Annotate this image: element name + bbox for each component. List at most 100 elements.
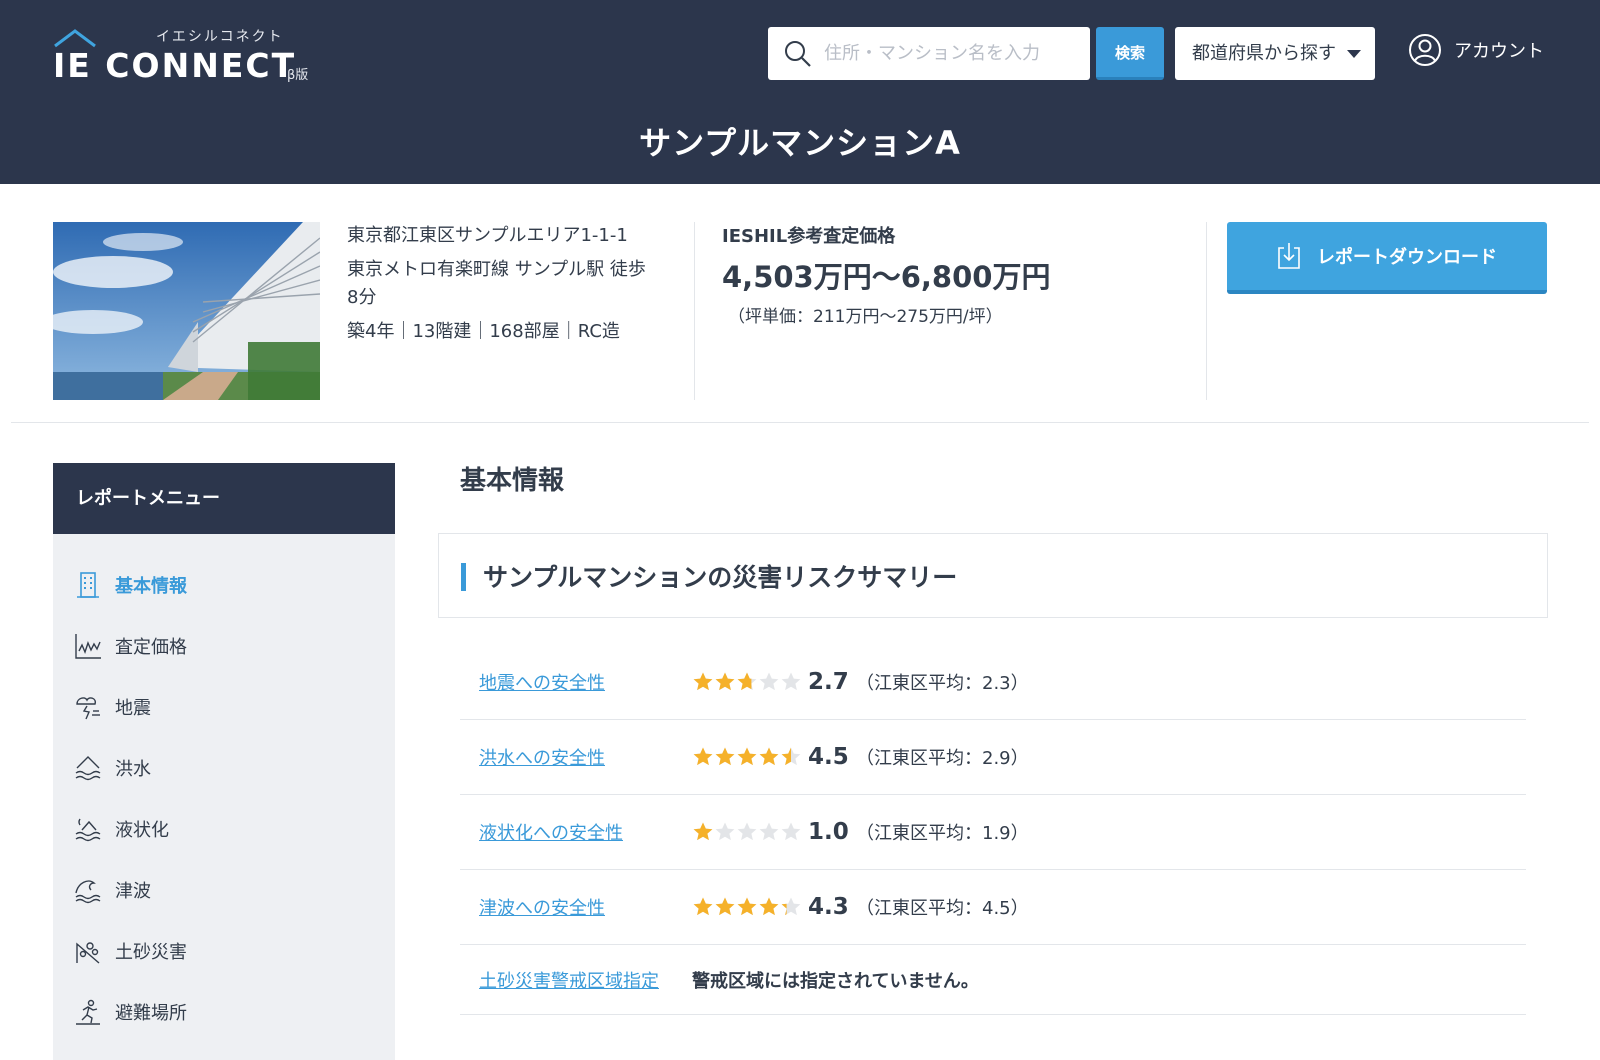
- sidebar-item-valuation[interactable]: 査定価格: [53, 615, 395, 676]
- search-input[interactable]: [824, 35, 1079, 71]
- risk-summary-table: 地震への安全性 2.7 （江東区平均：2.3） 洪水への安全性 4.5 （江東区…: [460, 645, 1526, 1015]
- star-icon: [693, 747, 713, 766]
- property-address: 東京都江東区サンプルエリア1-1-1: [347, 225, 628, 246]
- accent-bar: [461, 563, 466, 591]
- star-icon: [759, 672, 779, 691]
- risk-score: 2.7: [808, 669, 849, 695]
- sidebar-item-basic-info[interactable]: 基本情報: [53, 554, 395, 615]
- risk-row-earthquake: 地震への安全性 2.7 （江東区平均：2.3）: [460, 645, 1526, 720]
- risk-summary-header: サンプルマンションの災害リスクサマリー: [438, 533, 1548, 618]
- sidebar-item-label: 避難場所: [115, 1002, 187, 1024]
- star-rating: [692, 645, 802, 719]
- property-photo: [53, 222, 320, 400]
- evacuation-icon: [76, 999, 100, 1025]
- sidebar-item-label: 基本情報: [115, 575, 187, 597]
- house-roof-icon: [54, 29, 96, 48]
- ward-average: （江東区平均：2.9）: [856, 748, 1029, 769]
- section-divider: [11, 422, 1589, 423]
- search-button[interactable]: 検索: [1096, 27, 1164, 80]
- star-icon: [781, 897, 801, 916]
- risk-row-liquefaction: 液状化への安全性 1.0 （江東区平均：1.9）: [460, 795, 1526, 870]
- star-icon: [781, 822, 801, 841]
- report-menu-sidebar: レポートメニュー 基本情報 査定価格 地震 洪水 液状化 津波 土砂災害 避難場…: [53, 463, 395, 1060]
- sidebar-item-label: 津波: [115, 880, 151, 902]
- account-menu[interactable]: アカウント: [1408, 32, 1544, 68]
- star-icon: [737, 822, 757, 841]
- star-rating: [692, 795, 802, 869]
- account-label: アカウント: [1454, 41, 1544, 62]
- flood-safety-link[interactable]: 洪水への安全性: [479, 744, 605, 770]
- risk-summary-title: サンプルマンションの災害リスクサマリー: [483, 563, 958, 592]
- star-icon: [737, 672, 757, 691]
- user-icon: [1409, 34, 1441, 66]
- section-title: 基本情報: [460, 466, 565, 496]
- star-icon: [781, 747, 801, 766]
- chart-icon: [75, 633, 101, 659]
- property-specs: 築4年｜13階建｜168部屋｜RC造: [347, 321, 620, 342]
- prefecture-select[interactable]: 都道府県から探す: [1175, 27, 1375, 80]
- report-menu-title: レポートメニュー: [53, 463, 395, 534]
- divider: [1206, 222, 1207, 400]
- risk-score: 4.3: [808, 894, 849, 920]
- star-icon: [781, 672, 801, 691]
- star-rating: [692, 720, 802, 794]
- star-icon: [737, 747, 757, 766]
- ward-average: （江東区平均：1.9）: [856, 823, 1029, 844]
- sidebar-item-flood[interactable]: 洪水: [53, 737, 395, 798]
- star-icon: [715, 672, 735, 691]
- star-icon: [715, 747, 735, 766]
- sidebar-item-evacuation[interactable]: 避難場所: [53, 981, 395, 1042]
- price-label: IESHIL参考査定価格: [722, 226, 896, 247]
- risk-row-tsunami: 津波への安全性 4.3 （江東区平均：4.5）: [460, 870, 1526, 945]
- sidebar-item-label: 液状化: [115, 819, 169, 841]
- tsunami-icon: [75, 879, 101, 903]
- liquefaction-safety-link[interactable]: 液状化への安全性: [479, 819, 623, 845]
- star-icon: [759, 897, 779, 916]
- risk-score: 4.5: [808, 744, 849, 770]
- price-block: IESHIL参考査定価格 4,503万円〜6,800万円 （坪単価：211万円〜…: [722, 222, 1182, 327]
- report-download-button[interactable]: レポートダウンロード: [1227, 222, 1547, 294]
- property-access: 東京メトロ有楽町線 サンプル駅 徒歩8分: [347, 259, 646, 308]
- download-icon: [1278, 243, 1300, 269]
- landslide-notice: 警戒区域には指定されていません。: [692, 970, 979, 992]
- property-info: 東京都江東区サンプルエリア1-1-1 東京メトロ有楽町線 サンプル駅 徒歩8分 …: [347, 222, 647, 352]
- landslide-zone-link[interactable]: 土砂災害警戒区域指定: [479, 967, 659, 993]
- sidebar-item-liquefaction[interactable]: 液状化: [53, 798, 395, 859]
- beta-badge: β版: [287, 68, 309, 83]
- logo-wordmark: IE CONNECT: [53, 46, 297, 85]
- page-title: サンプルマンションA: [639, 124, 961, 162]
- building-icon: [77, 571, 99, 598]
- risk-row-landslide: 土砂災害警戒区域指定 警戒区域には指定されていません。: [460, 945, 1526, 1015]
- search-icon: [785, 41, 811, 67]
- risk-row-flood: 洪水への安全性 4.5 （江東区平均：2.9）: [460, 720, 1526, 795]
- report-download-label: レポートダウンロード: [1317, 247, 1497, 268]
- star-icon: [715, 822, 735, 841]
- divider: [694, 222, 695, 400]
- landslide-icon: [76, 941, 100, 964]
- star-icon: [759, 822, 779, 841]
- star-icon: [693, 897, 713, 916]
- risk-score: 1.0: [808, 819, 849, 845]
- ward-average: （江東区平均：2.3）: [856, 673, 1029, 694]
- flood-icon: [75, 755, 101, 780]
- price-range: 4,503万円〜6,800万円: [722, 260, 1051, 294]
- report-menu: 基本情報 査定価格 地震 洪水 液状化 津波 土砂災害 避難場所: [53, 534, 395, 1042]
- site-logo[interactable]: イエシルコネクト IE CONNECT β版: [53, 24, 323, 85]
- prefecture-select-label: 都道府県から探す: [1192, 43, 1336, 64]
- caret-down-icon: [1347, 50, 1361, 58]
- star-icon: [715, 897, 735, 916]
- sidebar-item-label: 地震: [115, 697, 151, 719]
- sidebar-item-landslide[interactable]: 土砂災害: [53, 920, 395, 981]
- sidebar-item-earthquake[interactable]: 地震: [53, 676, 395, 737]
- star-icon: [693, 672, 713, 691]
- tsunami-safety-link[interactable]: 津波への安全性: [479, 894, 605, 920]
- sidebar-item-label: 洪水: [115, 758, 151, 780]
- logo-kana: イエシルコネクト: [156, 29, 284, 45]
- star-icon: [737, 897, 757, 916]
- earthquake-icon: [76, 696, 100, 719]
- earthquake-safety-link[interactable]: 地震への安全性: [479, 669, 605, 695]
- star-rating: [692, 870, 802, 944]
- sidebar-item-tsunami[interactable]: 津波: [53, 859, 395, 920]
- liquefaction-icon: [75, 818, 101, 841]
- star-icon: [759, 747, 779, 766]
